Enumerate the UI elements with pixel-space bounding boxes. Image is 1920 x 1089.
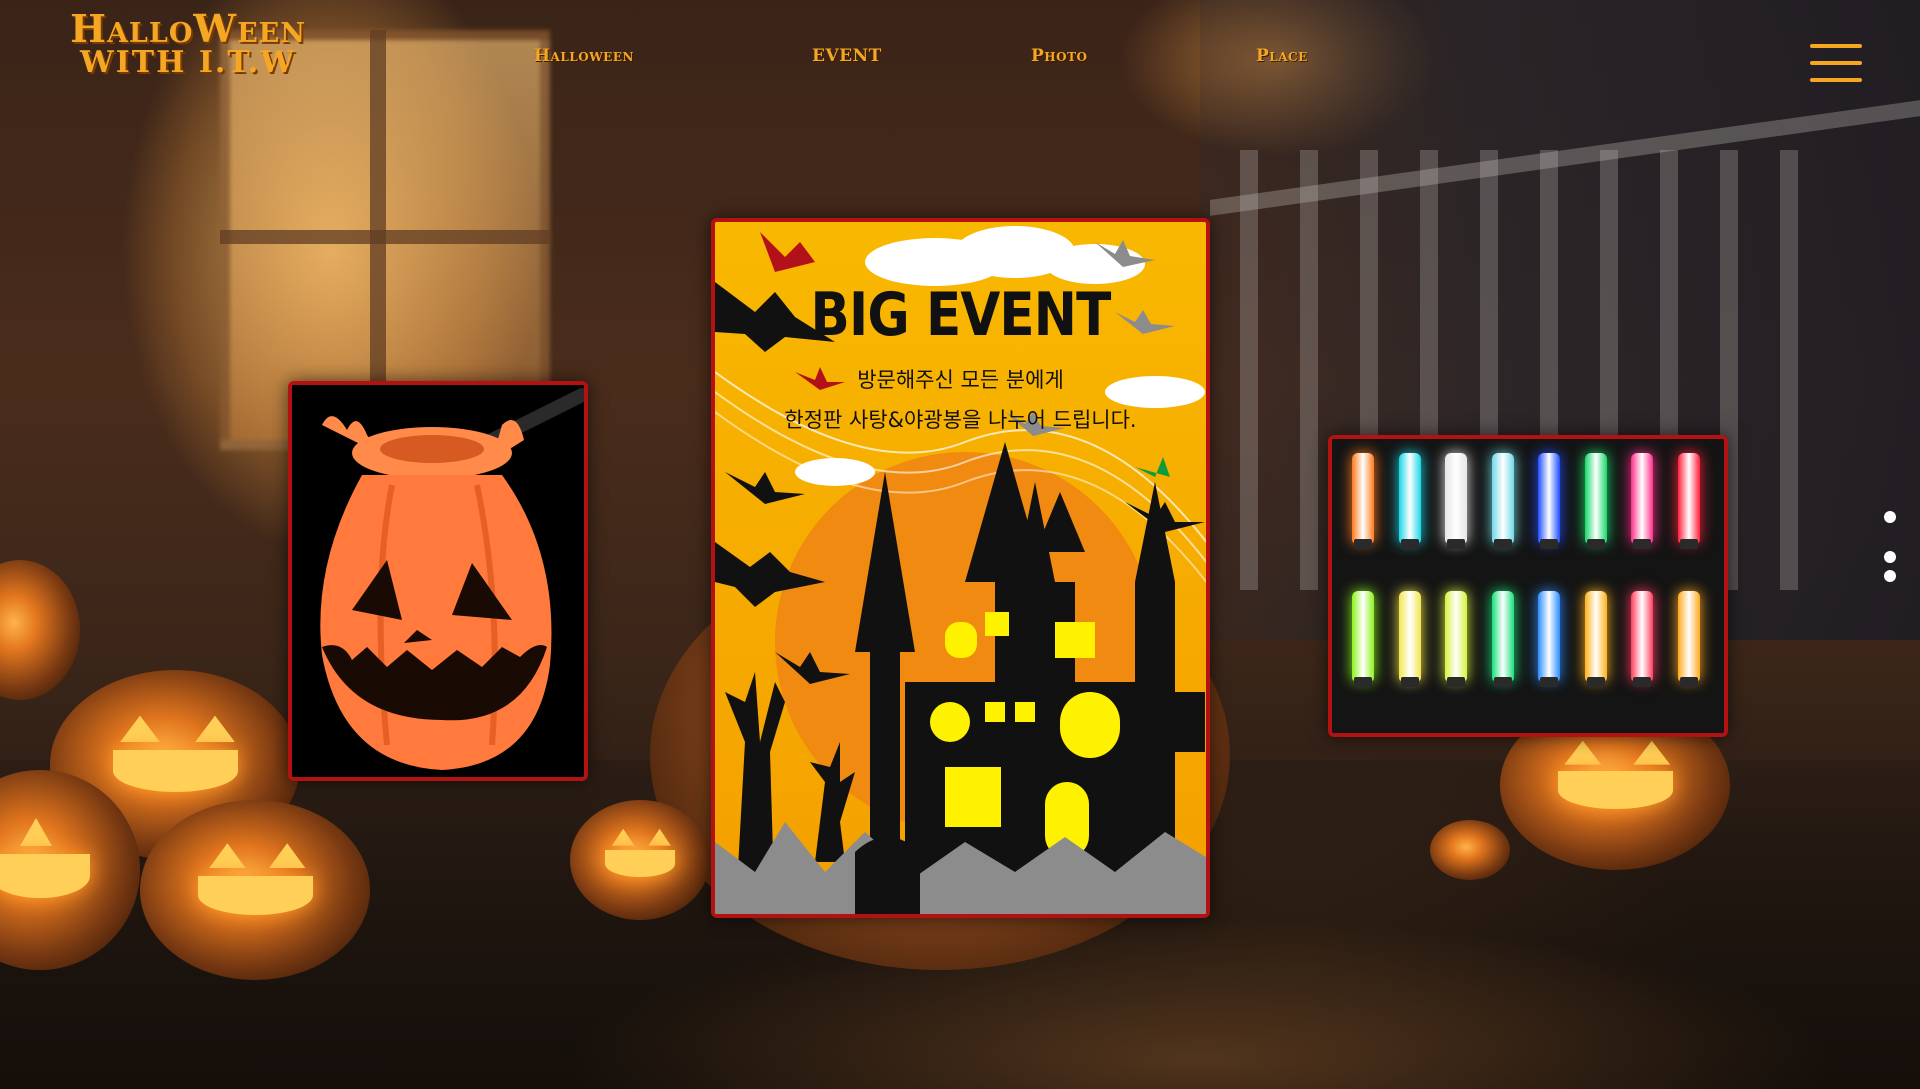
page-dot-2[interactable] [1884,551,1896,563]
glow-sticks-card[interactable] [1328,435,1728,737]
big-event-poster[interactable]: BIG EVENT 방문해주신 모든 분에게 한정판 사탕&야광봉을 나누어 드… [711,218,1210,918]
small-glowing-gourd [1430,820,1510,880]
glow-stick [1491,591,1514,687]
jack-o-lantern [570,800,710,920]
glow-stick [1398,453,1421,549]
glow-stick [1398,591,1421,687]
porch-baluster [1780,150,1798,590]
nav-item-halloween[interactable]: Halloween [534,46,634,66]
glow-stick [1445,591,1467,687]
glow-stick [1538,591,1560,687]
glow-stick [1538,453,1560,549]
page-dot-3[interactable] [1884,570,1896,582]
poster-text-line-2: 한정판 사탕&야광봉을 나누어 드립니다. [784,408,1137,432]
jack-o-lantern [140,800,370,980]
jack-o-lantern [0,560,80,700]
poster-title: BIG EVENT [810,280,1112,350]
glow-sticks-image [1332,439,1724,733]
pumpkin-candy-bag-image [292,385,584,777]
nav-item-photo[interactable]: Photo [1031,46,1087,66]
candy-bag-card[interactable] [288,381,588,781]
glow-stick [1584,453,1607,549]
glow-stick [1352,591,1374,687]
nav-item-place[interactable]: Place [1256,46,1308,66]
glow-stick [1677,453,1700,549]
porch-baluster [1300,150,1318,590]
glow-stick [1631,591,1653,687]
main-nav: Halloween EVENT Photo Place [0,46,1920,76]
glow-stick [1677,591,1700,687]
porch-baluster [1240,150,1258,590]
glow-stick [1584,591,1607,687]
hamburger-menu-icon[interactable] [1810,44,1862,84]
nav-item-event[interactable]: EVENT [812,46,882,66]
glow-stick [1491,453,1514,549]
window-frame [220,230,550,244]
glow-stick [1631,453,1653,549]
page-dot-1[interactable] [1884,511,1896,523]
glow-stick [1445,453,1467,549]
glow-stick [1352,453,1374,549]
poster-text-line-1: 방문해주신 모든 분에게 [857,368,1064,392]
